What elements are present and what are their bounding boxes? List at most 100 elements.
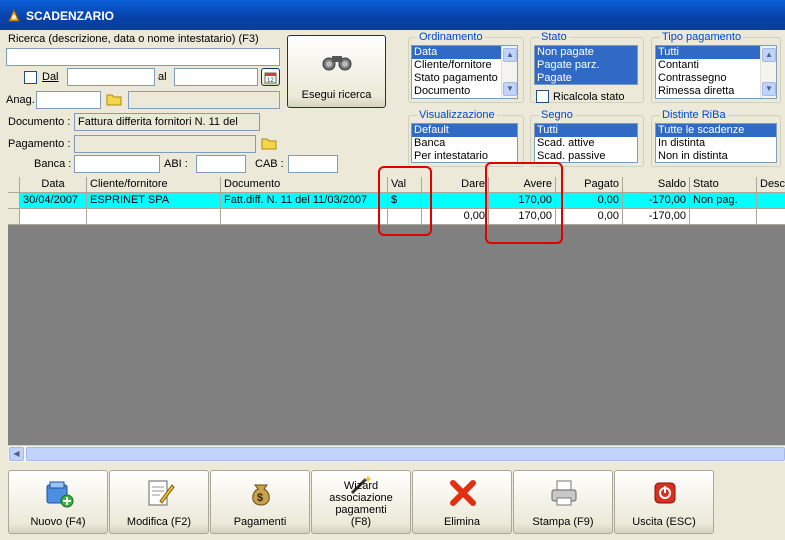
pagamento-label: Pagamento : bbox=[8, 138, 71, 150]
search-input[interactable] bbox=[6, 48, 280, 66]
tipo-pagamento-item[interactable]: Rimessa diretta bbox=[656, 85, 776, 98]
visualizzazione-item[interactable]: Banca bbox=[412, 137, 517, 150]
scroll-up-icon[interactable]: ▲ bbox=[762, 48, 776, 62]
folder-icon[interactable] bbox=[105, 90, 123, 108]
elimina-label: Elimina bbox=[443, 516, 481, 528]
visualizzazione-item[interactable]: Default bbox=[412, 124, 517, 137]
ordinamento-list[interactable]: Data Cliente/fornitore Stato pagamento D… bbox=[411, 45, 518, 99]
new-icon bbox=[46, 481, 74, 508]
tipo-pagamento-list[interactable]: Tutti Contanti Contrassegno Rimessa dire… bbox=[655, 45, 777, 99]
table-cell[interactable] bbox=[690, 209, 757, 225]
abi-input[interactable] bbox=[196, 155, 246, 173]
distinte-item[interactable]: Tutte le scadenze bbox=[656, 124, 776, 137]
distinte-item[interactable]: In distinta bbox=[656, 137, 776, 150]
tipo-pagamento-scrollbar[interactable]: ▲ ▼ bbox=[760, 46, 776, 98]
distinte-list[interactable]: Tutte le scadenze In distinta Non in dis… bbox=[655, 123, 777, 163]
table-cell[interactable] bbox=[422, 193, 489, 209]
column-header[interactable]: Stato bbox=[690, 177, 757, 193]
esegui-ricerca-button[interactable]: Esegui ricerca bbox=[287, 35, 386, 108]
row-indicator[interactable] bbox=[8, 209, 20, 225]
nuovo-button[interactable]: Nuovo (F4) bbox=[8, 470, 108, 534]
column-header[interactable]: Dare bbox=[422, 177, 489, 193]
banca-label: Banca : bbox=[34, 158, 72, 170]
table-cell[interactable]: -170,00 bbox=[623, 209, 690, 225]
table-cell[interactable]: 0,00 bbox=[556, 209, 623, 225]
uscita-button[interactable]: Uscita (ESC) bbox=[614, 470, 714, 534]
scroll-left-icon[interactable]: ◀ bbox=[9, 447, 24, 461]
bottom-toolbar: Nuovo (F4) Modifica (F2) $ Pagamenti Wiz… bbox=[8, 470, 785, 534]
stato-list[interactable]: Non pagate Pagate parz. Pagate bbox=[534, 45, 638, 85]
table-cell[interactable]: 0,00 bbox=[556, 193, 623, 209]
money-bag-icon: $ bbox=[252, 484, 270, 506]
distinte-item[interactable]: Non in distinta bbox=[656, 150, 776, 162]
visualizzazione-list[interactable]: Default Banca Per intestatario bbox=[411, 123, 518, 163]
dal-checkbox[interactable] bbox=[24, 71, 37, 84]
table-cell[interactable] bbox=[757, 193, 785, 209]
table-cell[interactable] bbox=[87, 209, 221, 225]
annotation-box-val bbox=[378, 166, 432, 236]
date-to-input[interactable] bbox=[174, 68, 258, 86]
ricalcola-label: Ricalcola stato bbox=[553, 91, 625, 103]
scrollbar-thumb[interactable] bbox=[26, 447, 785, 461]
documento-label: Documento : bbox=[8, 116, 71, 128]
tipo-pagamento-item[interactable]: Contanti bbox=[656, 59, 776, 72]
segno-title: Segno bbox=[539, 109, 575, 121]
stato-item[interactable]: Pagate parz. bbox=[535, 59, 637, 72]
segno-list[interactable]: Tutti Scad. attive Scad. passive bbox=[534, 123, 638, 163]
table-cell[interactable]: 30/04/2007 bbox=[20, 193, 87, 209]
search-label: Ricerca (descrizione, data o nome intest… bbox=[8, 33, 259, 45]
stato-item[interactable]: Non pagate bbox=[535, 46, 637, 59]
calendar-button[interactable]: 12 bbox=[261, 68, 280, 86]
column-header[interactable]: Data bbox=[20, 177, 87, 193]
table-cell[interactable]: -170,00 bbox=[623, 193, 690, 209]
ricalcola-checkbox[interactable] bbox=[536, 90, 549, 103]
table-cell[interactable]: ESPRINET SPA bbox=[87, 193, 221, 209]
title-bar: SCADENZARIO bbox=[0, 0, 785, 30]
svg-text:$: $ bbox=[257, 492, 263, 504]
column-header[interactable]: Cliente/fornitore bbox=[87, 177, 221, 193]
wizard-button[interactable]: Wizard associazione pagamenti (F8) bbox=[311, 470, 411, 534]
exit-icon bbox=[654, 482, 676, 504]
table-cell[interactable]: 0,00 bbox=[422, 209, 489, 225]
al-label: al bbox=[158, 71, 167, 83]
pagamento-folder-icon[interactable] bbox=[260, 134, 278, 152]
modifica-button[interactable]: Modifica (F2) bbox=[109, 470, 209, 534]
table-cell[interactable] bbox=[20, 209, 87, 225]
column-header[interactable]: Pagato bbox=[556, 177, 623, 193]
ordinamento-scrollbar[interactable]: ▲ ▼ bbox=[501, 46, 517, 98]
stato-item[interactable]: Pagate bbox=[535, 72, 637, 84]
cab-input[interactable] bbox=[288, 155, 338, 173]
modifica-label: Modifica (F2) bbox=[126, 516, 192, 528]
table-cell[interactable] bbox=[757, 209, 785, 225]
scroll-down-icon[interactable]: ▼ bbox=[503, 82, 517, 96]
stampa-button[interactable]: Stampa (F9) bbox=[513, 470, 613, 534]
tipo-pagamento-item[interactable]: Tutti bbox=[656, 46, 776, 59]
column-header[interactable]: Saldo bbox=[623, 177, 690, 193]
nuovo-label: Nuovo (F4) bbox=[30, 516, 86, 528]
horizontal-scrollbar[interactable]: ◀ bbox=[8, 445, 785, 462]
column-header[interactable]: Documento bbox=[221, 177, 388, 193]
table-cell[interactable]: Fatt.diff. N. 11 del 11/03/2007 bbox=[221, 193, 388, 209]
ordinamento-title: Ordinamento bbox=[417, 31, 485, 43]
pagamento-field bbox=[74, 135, 256, 153]
table-cell[interactable] bbox=[221, 209, 388, 225]
anag-input[interactable] bbox=[36, 91, 101, 109]
scroll-up-icon[interactable]: ▲ bbox=[503, 48, 517, 62]
calendar-icon: 12 bbox=[264, 72, 277, 84]
pagamenti-button[interactable]: $ Pagamenti bbox=[210, 470, 310, 534]
segno-item[interactable]: Scad. attive bbox=[535, 137, 637, 150]
column-header[interactable]: Desc bbox=[757, 177, 785, 193]
stato-title: Stato bbox=[539, 31, 569, 43]
elimina-button[interactable]: Elimina bbox=[412, 470, 512, 534]
uscita-label: Uscita (ESC) bbox=[632, 516, 696, 528]
segno-item[interactable]: Tutti bbox=[535, 124, 637, 137]
table-cell[interactable]: Non pag. bbox=[690, 193, 757, 209]
row-indicator[interactable] bbox=[8, 193, 20, 209]
scroll-down-icon[interactable]: ▼ bbox=[762, 82, 776, 96]
date-from-input[interactable] bbox=[67, 68, 155, 86]
abi-label: ABI : bbox=[164, 158, 188, 170]
banca-input[interactable] bbox=[74, 155, 160, 173]
app-icon bbox=[8, 8, 20, 22]
anag-label: Anag. bbox=[6, 94, 35, 106]
tipo-pagamento-item[interactable]: Contrassegno bbox=[656, 72, 776, 85]
